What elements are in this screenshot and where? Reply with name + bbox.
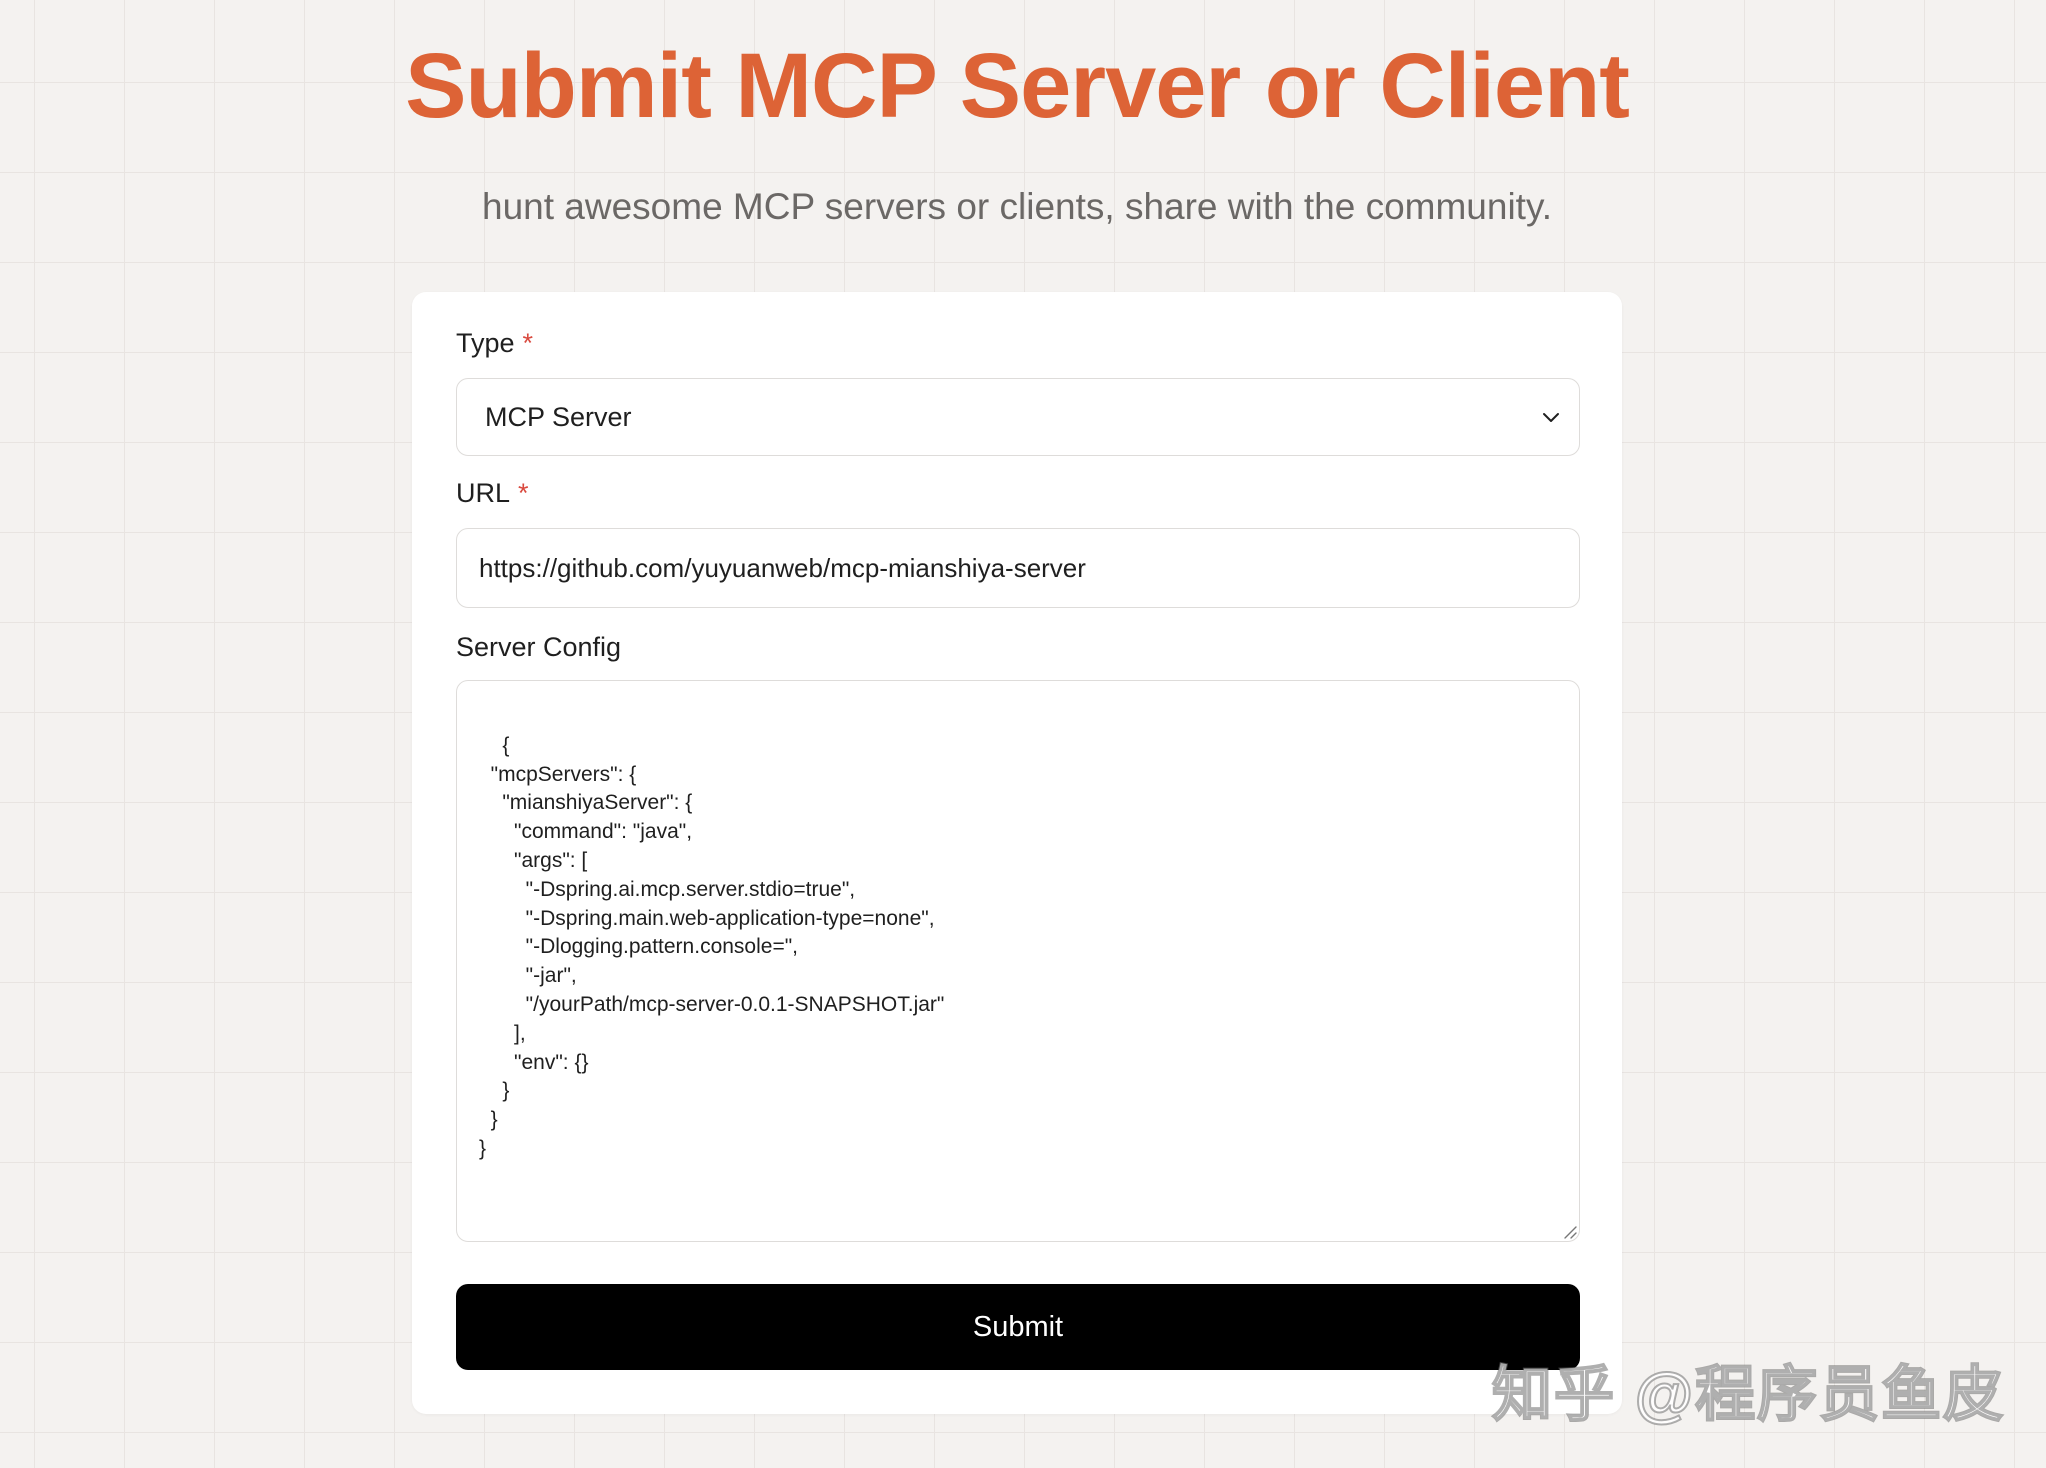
required-marker: *	[522, 328, 534, 358]
server-config-label: Server Config	[456, 632, 622, 662]
chevron-down-icon	[1543, 413, 1559, 422]
type-select[interactable]: MCP Server	[456, 378, 1580, 456]
page-subtitle: hunt awesome MCP servers or clients, sha…	[482, 186, 1552, 227]
resize-handle-icon[interactable]	[1561, 1223, 1577, 1239]
server-config-content: { "mcpServers": { "mianshiyaServer": { "…	[479, 733, 945, 1160]
submit-button[interactable]: Submit	[456, 1284, 1580, 1370]
watermark: 知乎 @程序员鱼皮	[1491, 1360, 2006, 1429]
submit-form-card: Type * MCP Server URL * https://github.com…	[412, 292, 1622, 1414]
type-label-text: Type	[456, 328, 515, 358]
page-title: Submit MCP Server or Client	[405, 35, 1630, 137]
type-label: Type *	[456, 328, 533, 359]
url-label-text: URL	[456, 478, 511, 508]
url-input[interactable]: https://github.com/yuyuanweb/mcp-mianshi…	[456, 528, 1580, 608]
type-select-value: MCP Server	[485, 401, 632, 432]
required-marker: *	[518, 478, 529, 508]
server-config-textarea[interactable]: { "mcpServers": { "mianshiyaServer": { "…	[456, 680, 1580, 1242]
url-label: URL *	[456, 478, 529, 509]
